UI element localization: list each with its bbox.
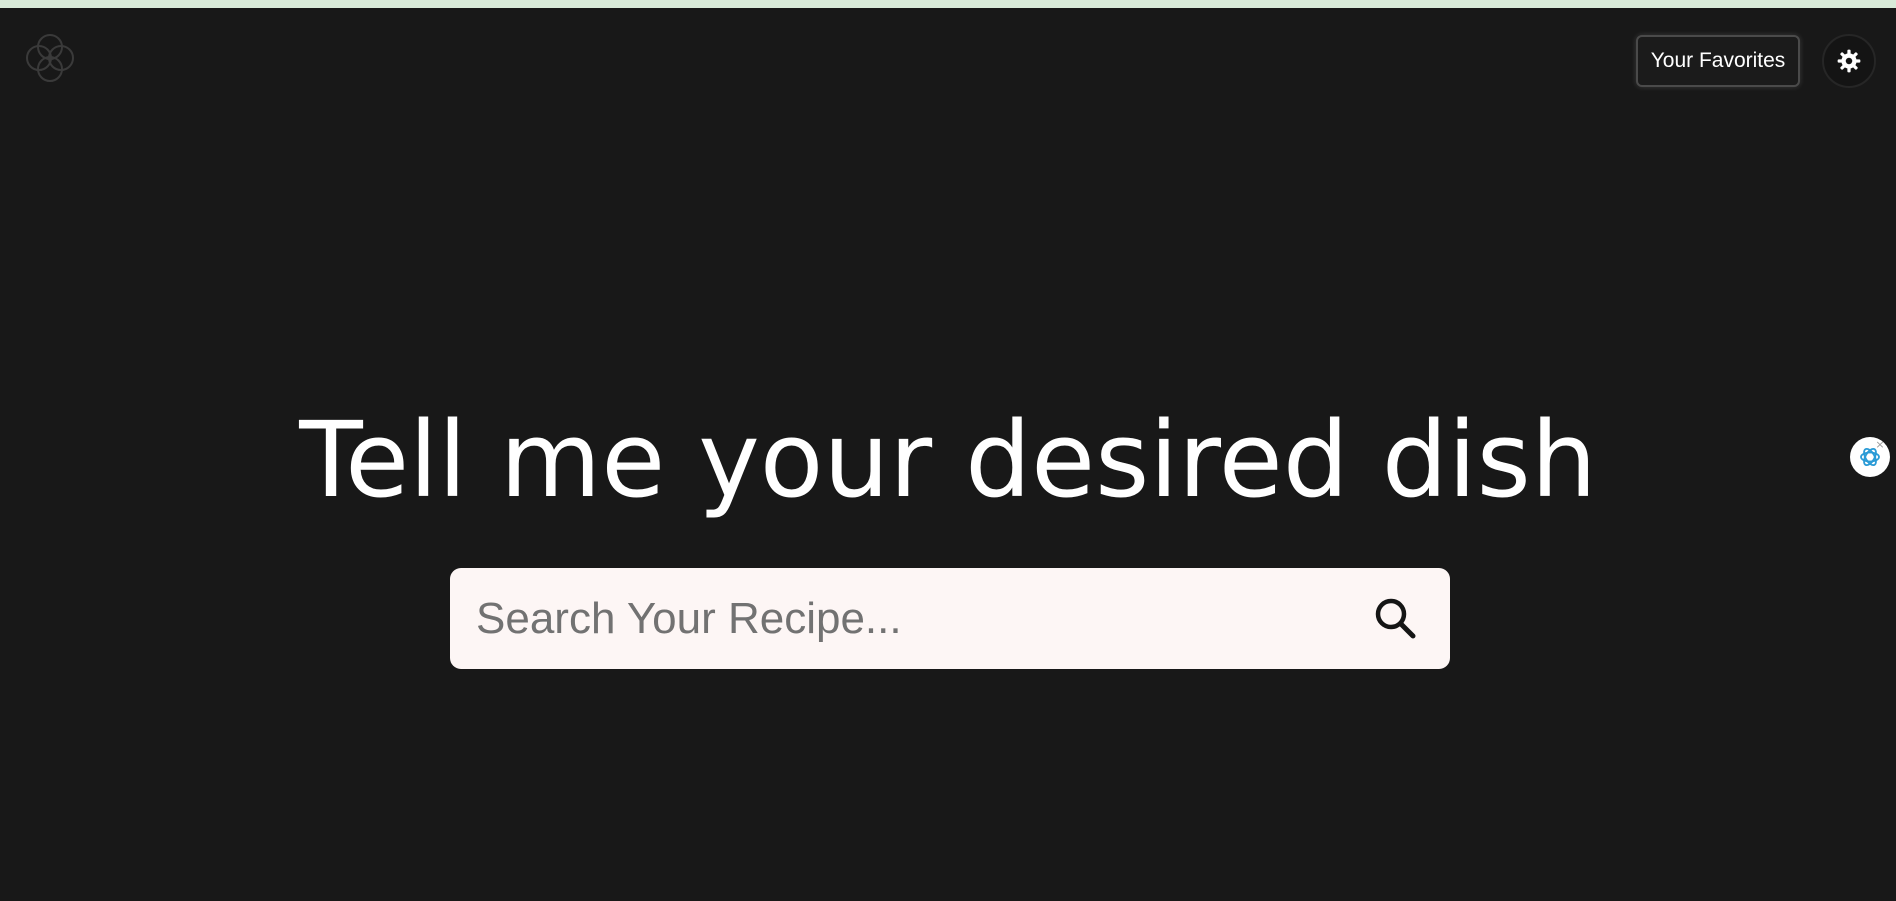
search-button[interactable]: [1366, 589, 1426, 649]
gear-icon: [1837, 49, 1861, 73]
recipe-search-page: Your Favorites Tell me your desired dish: [0, 0, 1896, 901]
assistant-close-icon[interactable]: ×: [1874, 439, 1886, 451]
interlocking-circles-logo-icon[interactable]: [24, 32, 76, 84]
search-input[interactable]: [474, 577, 1366, 660]
search-bar: [450, 568, 1450, 669]
top-accent-bar: [0, 0, 1896, 8]
theme-toggle-button[interactable]: [1822, 34, 1876, 88]
your-favorites-button[interactable]: Your Favorites: [1636, 35, 1800, 87]
page-title: Tell me your desired dish: [299, 399, 1597, 521]
search-icon: [1375, 598, 1416, 638]
